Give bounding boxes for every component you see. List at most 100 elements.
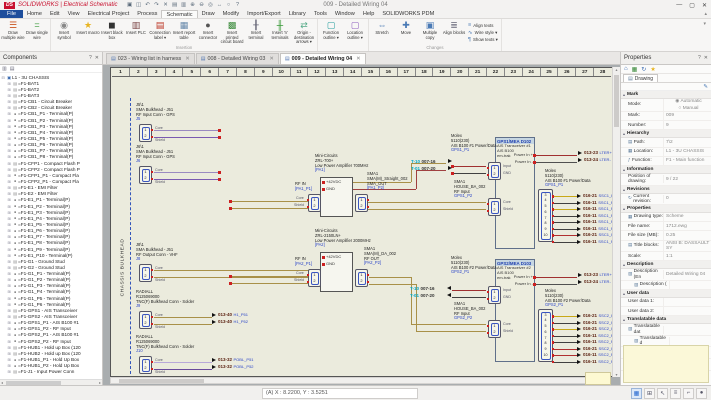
- property-value[interactable]: ◉ Automatic ○ Manual: [663, 99, 711, 111]
- power-connector[interactable]: 12: [488, 286, 501, 304]
- bulkhead-connector-j8[interactable]: 12: [139, 264, 152, 282]
- properties-icon[interactable]: ▣: [127, 2, 133, 8]
- close-tab-icon[interactable]: ✕: [185, 56, 190, 62]
- property-value[interactable]: 9: [663, 121, 711, 129]
- property-value[interactable]: [669, 281, 711, 289]
- zoom-out-icon[interactable]: ⊖: [199, 2, 205, 8]
- bulkhead-connector-j6[interactable]: 12: [139, 166, 152, 184]
- property-value[interactable]: 1712.ewg: [663, 222, 711, 230]
- properties-help-icon[interactable]: ?: [698, 55, 701, 61]
- doc-tab-008-detailed-wiring-03[interactable]: ▤008 - Detailed Wiring 03✕: [196, 53, 279, 64]
- radio-option-manual[interactable]: ○ Manual: [679, 106, 699, 111]
- rf-connector[interactable]: 12: [488, 198, 501, 216]
- snap-toggle[interactable]: ⊞: [644, 388, 655, 399]
- zoom-fit-icon[interactable]: ◎: [208, 2, 214, 8]
- preview-icon[interactable]: ▦: [632, 66, 638, 73]
- stretch-button[interactable]: ⇔Stretch: [370, 20, 394, 45]
- property-value[interactable]: 0.25: [663, 231, 711, 239]
- connection-label-button[interactable]: ▤Connection label ▾: [148, 20, 172, 45]
- ortho-toggle[interactable]: ⌐: [683, 388, 694, 399]
- amp-input-connector[interactable]: 12: [308, 194, 321, 212]
- close-tab-icon[interactable]: ✕: [356, 56, 361, 62]
- drawing-v-scrollbar[interactable]: ▴ ▾: [612, 67, 620, 377]
- show-texts-button[interactable]: ¶Show texts ▾: [468, 37, 498, 43]
- doc-tab-023-wiring-list-in-harness[interactable]: ▤023 - Wiring list in harness✕: [106, 53, 195, 64]
- copy-icon[interactable]: ▤: [172, 2, 178, 8]
- insert-connector-button[interactable]: ●Insert connector: [196, 20, 220, 45]
- function-outline-button[interactable]: ▢Function outline ▾: [319, 20, 343, 45]
- menu-tab-schematic[interactable]: Schematic: [161, 10, 197, 18]
- property-value[interactable]: 9 / 22: [663, 175, 711, 183]
- section-header-properties[interactable]: ▴Properties: [621, 205, 711, 213]
- menu-tab-solidworks-pdm[interactable]: SOLIDWORKS PDM: [378, 10, 438, 18]
- move-button[interactable]: ✚Move: [394, 20, 418, 45]
- components-close-icon[interactable]: ✕: [95, 55, 99, 61]
- undo-icon[interactable]: ↶: [145, 2, 151, 8]
- property-value[interactable]: L1 - 3U CHASSIS: [663, 148, 711, 156]
- wire-style-toggle[interactable]: ≡: [670, 388, 681, 399]
- amp-output-connector[interactable]: 12: [355, 194, 368, 212]
- insert-n-terminals-button[interactable]: ╫Insert 'n' terminals: [268, 20, 292, 45]
- properties-close-icon[interactable]: ✕: [704, 55, 708, 61]
- section-header-revisions[interactable]: ▴Revisions: [621, 186, 711, 194]
- menu-tab-import-export[interactable]: Import/Export: [243, 10, 285, 18]
- menu-tab-window[interactable]: Window: [331, 10, 359, 18]
- property-value[interactable]: ANSI B: DASSAULT SY: [663, 241, 711, 252]
- zoom-in-icon[interactable]: ⊕: [190, 2, 196, 8]
- section-header-mark[interactable]: ▴Mark: [621, 91, 711, 99]
- menu-tab-view[interactable]: View: [64, 10, 84, 18]
- radio-option-automatic[interactable]: ◉ Automatic: [675, 99, 702, 104]
- favorite-icon[interactable]: ★: [650, 66, 655, 73]
- refresh-icon[interactable]: ↻: [641, 66, 646, 73]
- ribbon-options-icon[interactable]: ▾: [698, 19, 711, 51]
- paste-icon[interactable]: ▥: [181, 2, 187, 8]
- save-icon[interactable]: ◫: [136, 2, 142, 8]
- selection-toggle[interactable]: ↖: [657, 388, 668, 399]
- insert-report-table-button[interactable]: ▦Insert report table: [172, 20, 196, 45]
- section-header-user-data[interactable]: ▴User data: [621, 290, 711, 298]
- home-icon[interactable]: ⌂: [624, 66, 628, 72]
- tab-drawing[interactable]: ▤ Drawing: [623, 74, 658, 82]
- tree-item-f1-j1-input-power-conn[interactable]: ⊞▤=F1-J1 - Input Power Conn: [0, 369, 102, 375]
- edit-pencil-icon[interactable]: ✎: [703, 84, 708, 89]
- origin-destination-arrows-button[interactable]: ⇄Origin - destination arrows ▾: [292, 20, 316, 45]
- search-icon[interactable]: ○: [226, 2, 232, 8]
- property-value[interactable]: 7\2: [663, 138, 711, 146]
- menu-tab-file[interactable]: File: [0, 10, 23, 18]
- components-view-icon[interactable]: ▤: [10, 66, 15, 71]
- bulkhead-connector-j5[interactable]: 12: [139, 124, 152, 142]
- bulkhead-connector-j10[interactable]: 12: [139, 356, 152, 374]
- user-toggle[interactable]: ●: [696, 388, 707, 399]
- multiple-copy-button[interactable]: ▣Multiple copy: [418, 20, 442, 45]
- menu-tab-draw[interactable]: Draw: [198, 10, 219, 18]
- menu-tab-process[interactable]: Process: [133, 10, 161, 18]
- property-value[interactable]: F1 - Main function: [663, 157, 711, 165]
- minimize-button[interactable]: —: [676, 2, 682, 9]
- insert-printed-circuit-board-button[interactable]: ▩Insert printed circuit board: [220, 20, 244, 45]
- section-header-hierarchy[interactable]: ▴Hierarchy: [621, 130, 711, 138]
- components-h-scrollbar[interactable]: ◂ ▸: [0, 379, 102, 385]
- components-filter-icon[interactable]: ▥: [2, 66, 7, 71]
- bulkhead-connector-j9[interactable]: 12: [139, 311, 152, 329]
- amp-output-connector[interactable]: 12: [355, 269, 368, 287]
- amp-input-connector[interactable]: 12: [308, 269, 321, 287]
- close-button[interactable]: ✕: [702, 2, 707, 9]
- menu-tab-modify[interactable]: Modify: [219, 10, 243, 18]
- location-outline-button[interactable]: ▢Location outline ▾: [343, 20, 367, 45]
- property-value[interactable]: [663, 298, 711, 306]
- section-header-information[interactable]: ▴Information: [621, 166, 711, 174]
- wire-style-button[interactable]: ∿Wire style ▾: [468, 30, 498, 36]
- menu-tab-home[interactable]: Home: [23, 10, 46, 18]
- scroll-thumb[interactable]: [119, 379, 204, 383]
- rf-connector[interactable]: 12: [488, 320, 501, 338]
- components-help-icon[interactable]: ?: [89, 55, 92, 61]
- property-value[interactable]: 1:1: [663, 252, 711, 260]
- close-tab-icon[interactable]: ✕: [269, 56, 274, 62]
- align-blocks-button[interactable]: ≣Align blocks: [442, 20, 466, 45]
- power-connector[interactable]: 12: [488, 162, 501, 180]
- maximize-button[interactable]: ▢: [689, 2, 695, 9]
- redo-icon[interactable]: ↷: [154, 2, 160, 8]
- insert-terminal-button[interactable]: ╂Insert terminal: [244, 20, 268, 45]
- doc-tab-009-detailed-wiring-04[interactable]: ▤009 - Detailed Wiring 04✕: [280, 53, 366, 64]
- menu-tab-electrical-project[interactable]: Electrical Project: [84, 10, 134, 18]
